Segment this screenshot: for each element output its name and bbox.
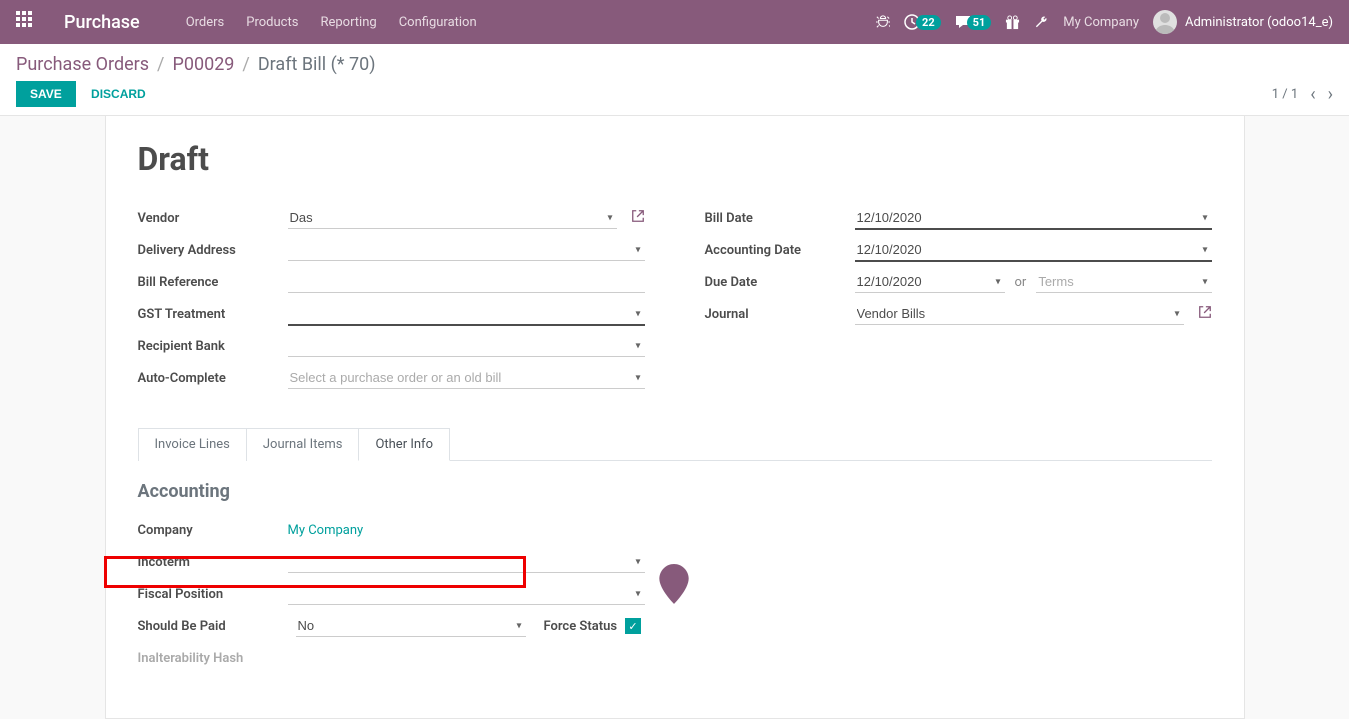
accounting-col: Company My Company Incoterm ▾ Fiscal Pos… [138, 518, 645, 678]
incoterm-input[interactable] [288, 551, 645, 573]
external-link-icon[interactable] [1198, 305, 1212, 323]
accdate-label: Accounting Date [705, 243, 855, 258]
app-brand[interactable]: Purchase [64, 12, 140, 33]
activity-badge: 22 [916, 15, 941, 30]
company-selector[interactable]: My Company [1063, 15, 1139, 30]
bug-icon[interactable] [876, 15, 890, 29]
hash-label: Inalterability Hash [138, 651, 288, 666]
external-link-icon[interactable] [631, 209, 645, 227]
tabs: Invoice Lines Journal Items Other Info [138, 428, 1212, 461]
vendor-label: Vendor [138, 211, 288, 226]
form-right-col: Bill Date ▾ Accounting Date ▾ Due Date [705, 206, 1212, 398]
duedate-input[interactable] [855, 271, 1005, 293]
bank-label: Recipient Bank [138, 339, 288, 354]
company-value[interactable]: My Company [288, 523, 364, 538]
delivery-input[interactable] [288, 239, 645, 261]
accounting-section-title: Accounting [138, 481, 1212, 502]
discard-button[interactable]: DISCARD [79, 81, 158, 107]
autocomplete-label: Auto-Complete [138, 371, 288, 386]
duedate-label: Due Date [705, 275, 855, 290]
menu-configuration[interactable]: Configuration [399, 15, 477, 30]
control-row: SAVE DISCARD 1 / 1 ‹ › [16, 81, 1333, 115]
gst-input[interactable] [288, 303, 645, 326]
messages-icon[interactable]: 51 [955, 14, 992, 30]
vendor-input[interactable] [288, 207, 617, 229]
control-bar: Purchase Orders / P00029 / Draft Bill (*… [0, 44, 1349, 116]
messages-badge: 51 [967, 15, 992, 30]
tab-other-info[interactable]: Other Info [358, 428, 450, 461]
breadcrumb: Purchase Orders / P00029 / Draft Bill (*… [16, 54, 1333, 75]
pin-icon [658, 564, 690, 604]
force-status-checkbox[interactable]: ✓ [625, 618, 641, 634]
form-columns: Vendor ▾ Delivery Address ▾ [138, 206, 1212, 398]
save-button[interactable]: SAVE [16, 81, 76, 107]
user-menu[interactable]: Administrator (odoo14_e) [1153, 10, 1333, 34]
fiscal-input[interactable] [288, 583, 645, 605]
gift-icon[interactable] [1005, 15, 1020, 30]
menu-products[interactable]: Products [246, 15, 298, 30]
user-name: Administrator (odoo14_e) [1185, 15, 1333, 30]
form-sheet: Draft Vendor ▾ Delivery Address [105, 116, 1245, 719]
form-left-col: Vendor ▾ Delivery Address ▾ [138, 206, 645, 398]
navbar-right: 22 51 My Company Administrator (odoo14_e… [876, 10, 1333, 34]
pager-prev-icon[interactable]: ‹ [1310, 84, 1315, 105]
breadcrumb-root[interactable]: Purchase Orders [16, 54, 149, 75]
fiscal-label: Fiscal Position [138, 587, 288, 602]
incoterm-label: Incoterm [138, 555, 288, 570]
should-paid-select[interactable] [296, 615, 526, 637]
top-navbar: Purchase Orders Products Reporting Confi… [0, 0, 1349, 44]
tab-journal-items[interactable]: Journal Items [247, 428, 359, 461]
billref-input[interactable] [288, 271, 645, 293]
menu-reporting[interactable]: Reporting [320, 15, 376, 30]
breadcrumb-po[interactable]: P00029 [172, 54, 234, 75]
journal-input[interactable] [855, 303, 1184, 325]
bank-input[interactable] [288, 335, 645, 357]
tab-invoice-lines[interactable]: Invoice Lines [138, 428, 247, 461]
company-label: Company [138, 523, 288, 538]
breadcrumb-sep: / [157, 54, 164, 75]
terms-input[interactable] [1036, 271, 1211, 293]
main-menu: Orders Products Reporting Configuration [186, 15, 477, 30]
page-title: Draft [138, 140, 1212, 178]
or-text: or [1015, 275, 1027, 290]
billdate-label: Bill Date [705, 211, 855, 226]
menu-orders[interactable]: Orders [186, 15, 225, 30]
breadcrumb-current: Draft Bill (* 70) [258, 54, 376, 75]
avatar-icon [1153, 10, 1177, 34]
activity-icon[interactable]: 22 [904, 14, 941, 30]
pager-text: 1 / 1 [1272, 87, 1298, 102]
billdate-input[interactable] [855, 207, 1212, 230]
apps-icon[interactable] [16, 11, 38, 33]
gst-label: GST Treatment [138, 307, 288, 322]
billref-label: Bill Reference [138, 275, 288, 290]
delivery-label: Delivery Address [138, 243, 288, 258]
autocomplete-input[interactable] [288, 367, 645, 389]
pager-next-icon[interactable]: › [1328, 84, 1333, 105]
journal-label: Journal [705, 307, 855, 322]
breadcrumb-sep: / [242, 54, 249, 75]
wrench-icon[interactable] [1034, 15, 1049, 30]
accdate-input[interactable] [855, 239, 1212, 262]
pager: 1 / 1 ‹ › [1272, 84, 1333, 105]
